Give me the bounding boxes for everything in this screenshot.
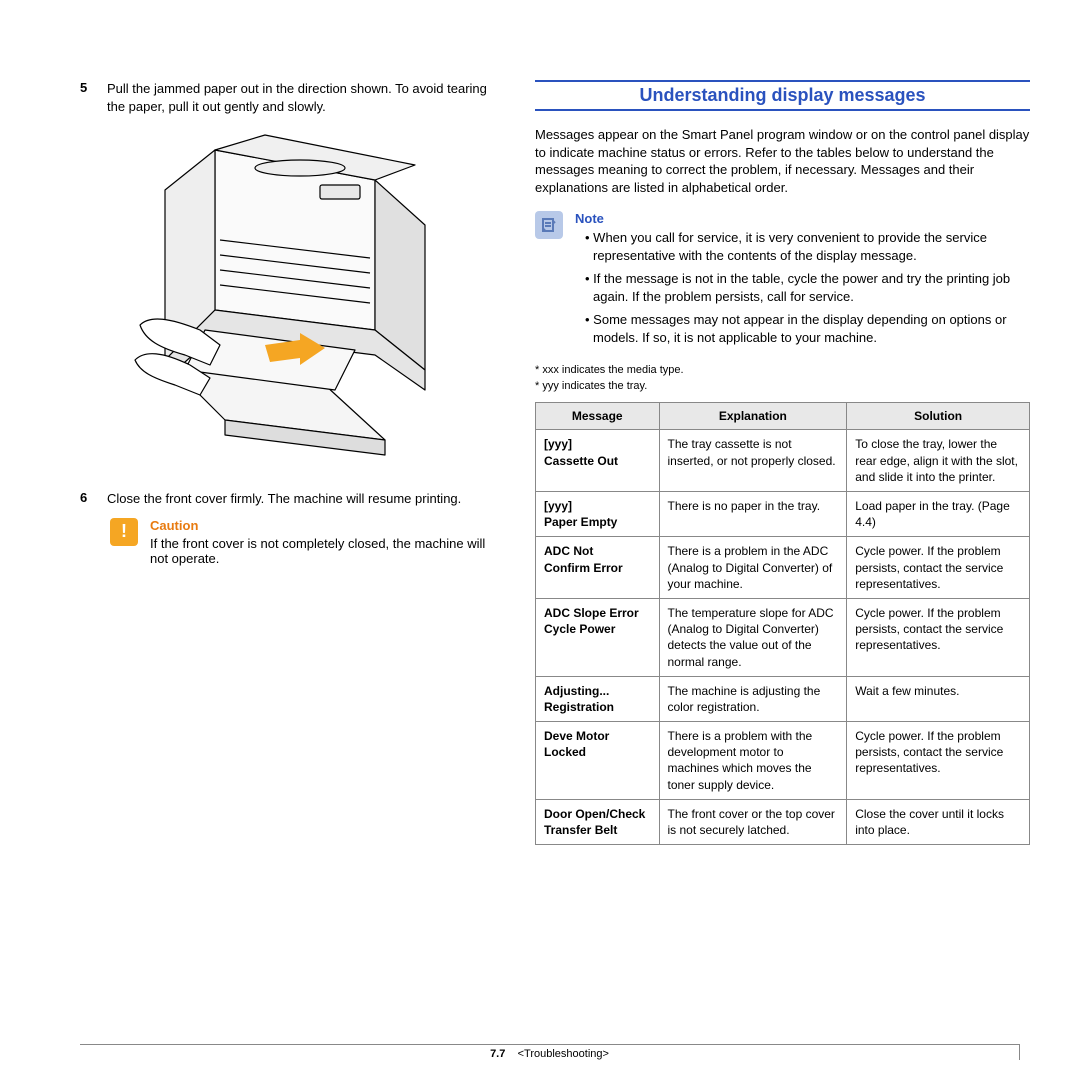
- table-row: ADC NotConfirm ErrorThere is a problem i…: [536, 537, 1030, 599]
- cell-message: Door Open/CheckTransfer Belt: [536, 799, 660, 844]
- cell-explanation: The tray cassette is not inserted, or no…: [659, 430, 847, 492]
- step-5-number: 5: [80, 80, 92, 115]
- caution-icon: !: [110, 518, 138, 546]
- footnote-xxx: * xxx indicates the media type.: [535, 364, 1030, 376]
- cell-explanation: There is a problem with the development …: [659, 722, 847, 800]
- section-title: Understanding display messages: [535, 85, 1030, 106]
- cell-solution: To close the tray, lower the rear edge, …: [847, 430, 1030, 492]
- table-row: Door Open/CheckTransfer BeltThe front co…: [536, 799, 1030, 844]
- note-item: When you call for service, it is very co…: [585, 229, 1030, 264]
- cell-message: ADC NotConfirm Error: [536, 537, 660, 599]
- cell-explanation: There is no paper in the tray.: [659, 492, 847, 537]
- cell-message: [yyy]Cassette Out: [536, 430, 660, 492]
- table-row: ADC Slope ErrorCycle PowerThe temperatur…: [536, 598, 1030, 676]
- cell-solution: Close the cover until it locks into plac…: [847, 799, 1030, 844]
- th-solution: Solution: [847, 403, 1030, 430]
- cell-explanation: The machine is adjusting the color regis…: [659, 676, 847, 721]
- messages-table: Message Explanation Solution [yyy]Casset…: [535, 402, 1030, 845]
- caution-title: Caution: [150, 518, 500, 533]
- page-footer: 7.7 <Troubleshooting>: [80, 1044, 1020, 1060]
- cell-explanation: The temperature slope for ADC (Analog to…: [659, 598, 847, 676]
- th-message: Message: [536, 403, 660, 430]
- footnote-yyy: * yyy indicates the tray.: [535, 380, 1030, 392]
- note-icon: [535, 211, 563, 239]
- cell-solution: Cycle power. If the problem persists, co…: [847, 598, 1030, 676]
- cell-explanation: The front cover or the top cover is not …: [659, 799, 847, 844]
- page-number: 7.7: [490, 1048, 505, 1060]
- intro-paragraph: Messages appear on the Smart Panel progr…: [535, 126, 1030, 196]
- cell-solution: Load paper in the tray. (Page 4.4): [847, 492, 1030, 537]
- caution-text: If the front cover is not completely clo…: [150, 536, 500, 566]
- footer-section: <Troubleshooting>: [518, 1048, 609, 1060]
- table-row: Adjusting...RegistrationThe machine is a…: [536, 676, 1030, 721]
- cell-message: [yyy]Paper Empty: [536, 492, 660, 537]
- table-row: [yyy]Paper EmptyThere is no paper in the…: [536, 492, 1030, 537]
- cell-solution: Wait a few minutes.: [847, 676, 1030, 721]
- step-6-text: Close the front cover firmly. The machin…: [107, 490, 500, 508]
- cell-message: Deve MotorLocked: [536, 722, 660, 800]
- cell-solution: Cycle power. If the problem persists, co…: [847, 722, 1030, 800]
- printer-illustration: [125, 130, 455, 470]
- cell-explanation: There is a problem in the ADC (Analog to…: [659, 537, 847, 599]
- note-item: If the message is not in the table, cycl…: [585, 270, 1030, 305]
- cell-solution: Cycle power. If the problem persists, co…: [847, 537, 1030, 599]
- note-item: Some messages may not appear in the disp…: [585, 311, 1030, 346]
- note-list: When you call for service, it is very co…: [575, 229, 1030, 346]
- note-title: Note: [575, 211, 1030, 226]
- table-row: [yyy]Cassette OutThe tray cassette is no…: [536, 430, 1030, 492]
- table-row: Deve MotorLockedThere is a problem with …: [536, 722, 1030, 800]
- step-6-number: 6: [80, 490, 92, 508]
- cell-message: ADC Slope ErrorCycle Power: [536, 598, 660, 676]
- cell-message: Adjusting...Registration: [536, 676, 660, 721]
- th-explanation: Explanation: [659, 403, 847, 430]
- step-5-text: Pull the jammed paper out in the directi…: [107, 80, 500, 115]
